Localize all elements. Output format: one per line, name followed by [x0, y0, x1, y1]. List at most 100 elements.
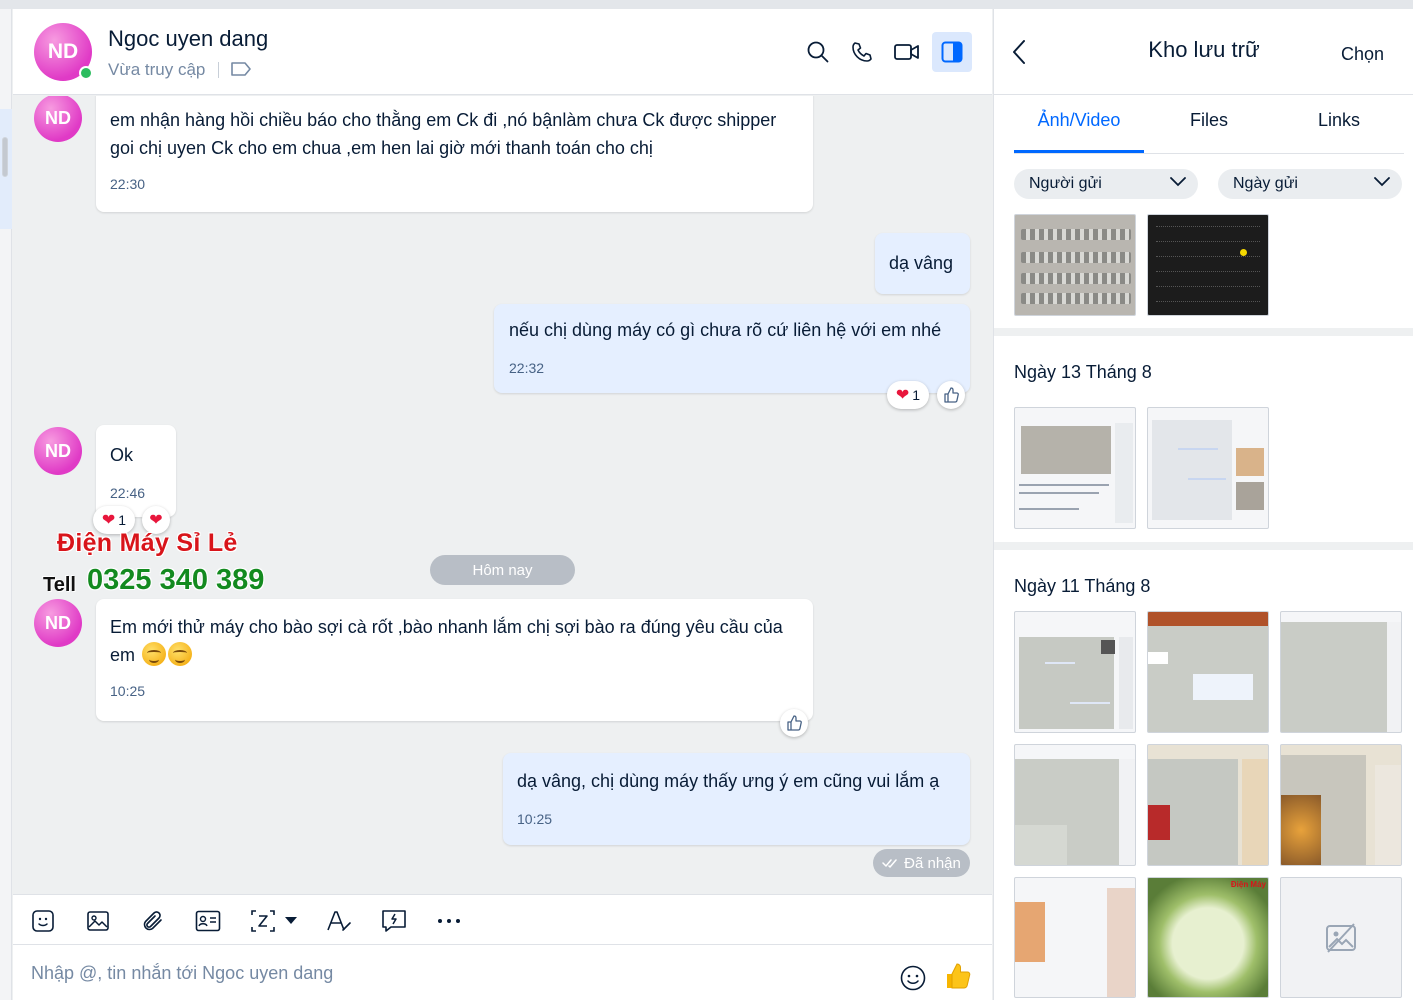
status-divider — [218, 62, 219, 78]
message-avatar[interactable]: ND — [34, 599, 82, 647]
message-bubble[interactable]: Ok 22:46 — [96, 425, 176, 517]
search-icon[interactable] — [801, 35, 835, 69]
message-text: em nhận hàng hồi chiều báo cho thằng em … — [110, 110, 777, 158]
watermark-title: Điện Máy Sỉ Lẻ — [57, 529, 238, 557]
chat-pane: ND Ngoc uyen dang Vừa truy cập ND em nhậ… — [13, 9, 992, 1000]
delivery-status: Đã nhận — [873, 849, 970, 877]
media-thumbnail[interactable] — [1280, 744, 1402, 866]
media-placeholder[interactable] — [1280, 877, 1402, 998]
message-text: Em mới thử máy cho bào sợi cà rốt ,bào n… — [110, 617, 783, 666]
message-avatar[interactable]: ND — [34, 96, 82, 142]
screenshot-options-chevron-icon[interactable] — [281, 907, 301, 935]
composer — [13, 945, 992, 1000]
chat-header: ND Ngoc uyen dang Vừa truy cập — [13, 9, 992, 95]
tab-photos-videos[interactable]: Ảnh/Video — [1014, 110, 1144, 131]
media-thumbnail[interactable] — [1147, 611, 1269, 733]
contact-card-icon[interactable] — [194, 907, 222, 935]
reaction-count: 1 — [118, 512, 127, 528]
delivery-status-label: Đã nhận — [904, 854, 961, 872]
heart-icon: ❤ — [149, 512, 163, 529]
media-thumbnail[interactable] — [1280, 611, 1402, 733]
storage-header: Kho lưu trữ Chọn — [994, 9, 1413, 95]
smile-emoji-icon — [142, 642, 167, 666]
reaction-count: 1 — [912, 387, 921, 403]
heart-icon: ❤ — [895, 387, 910, 404]
double-check-icon — [882, 859, 897, 868]
like-reaction-button[interactable] — [937, 381, 965, 409]
rail-scrollbar[interactable] — [2, 137, 8, 177]
tab-links[interactable]: Links — [1274, 110, 1404, 131]
date-filter[interactable]: Ngày gửi — [1218, 169, 1402, 199]
media-thumbnail[interactable] — [1147, 214, 1269, 316]
date-filter-label: Ngày gửi — [1233, 175, 1298, 192]
toggle-panel-icon[interactable] — [932, 32, 972, 72]
window-top-strip — [0, 0, 1413, 9]
like-reaction-button[interactable] — [780, 709, 808, 737]
thumbnail-shop-label: Điện Máy — [1230, 880, 1266, 889]
more-icon[interactable] — [435, 907, 463, 935]
message-time: 22:32 — [509, 360, 545, 376]
contact-status: Vừa truy cập — [108, 60, 206, 79]
message-bubble[interactable]: em nhận hàng hồi chiều báo cho thằng em … — [96, 96, 813, 212]
message-bubble[interactable]: dạ vâng, chị dùng máy thấy ưng ý em cũng… — [503, 753, 970, 845]
tag-icon[interactable] — [231, 62, 251, 81]
watermark-phone: 0325 340 389 — [87, 564, 265, 596]
sticker-icon[interactable] — [29, 907, 57, 935]
media-thumbnail[interactable] — [1147, 407, 1269, 529]
contact-name[interactable]: Ngoc uyen dang — [108, 26, 268, 52]
sender-filter-label: Người gửi — [1029, 175, 1102, 192]
message-input[interactable] — [31, 959, 881, 987]
media-thumbnail[interactable] — [1014, 611, 1136, 733]
text-format-icon[interactable] — [325, 907, 353, 935]
message-text: dạ vâng — [889, 253, 954, 273]
message-bubble[interactable]: nếu chị dùng máy có gì chưa rõ cứ liên h… — [494, 304, 970, 393]
section-title: Ngày 13 Tháng 8 — [1014, 362, 1152, 382]
image-icon[interactable] — [84, 907, 112, 935]
media-thumbnail[interactable] — [1014, 744, 1136, 866]
message-time: 10:25 — [110, 683, 146, 699]
quick-like-icon[interactable] — [944, 962, 972, 995]
storage-panel: Kho lưu trữ Chọn Ảnh/Video Files Links N… — [993, 9, 1413, 1000]
quick-message-icon[interactable] — [380, 907, 408, 935]
message-bubble[interactable]: Em mới thử máy cho bào sợi cà rốt ,bào n… — [96, 599, 813, 721]
watermark-tell: Tell — [43, 574, 76, 596]
storage-tabs: Ảnh/Video Files Links — [1014, 96, 1404, 154]
media-thumbnail[interactable] — [1014, 877, 1136, 998]
image-unavailable-icon — [1326, 922, 1356, 953]
composer-toolbar — [13, 894, 992, 945]
smile-emoji-icon — [168, 642, 193, 666]
message-time: 22:30 — [110, 176, 146, 192]
message-time: 10:25 — [517, 811, 553, 827]
media-thumbnail[interactable] — [1147, 744, 1269, 866]
message-avatar[interactable]: ND — [34, 427, 82, 475]
section-divider — [994, 542, 1413, 550]
message-text: Ok — [110, 445, 134, 465]
thumbs-up-icon — [787, 715, 802, 731]
thumbs-up-icon — [944, 387, 959, 403]
message-text: nếu chị dùng máy có gì chưa rõ cứ liên h… — [509, 320, 942, 340]
message-time: 22:46 — [110, 485, 146, 501]
media-thumbnail[interactable]: Điện Máy — [1147, 877, 1269, 998]
conversation-list-rail[interactable] — [0, 9, 12, 1000]
message-list[interactable]: ND em nhận hàng hồi chiều báo cho thằng … — [13, 96, 992, 894]
day-separator: Hôm nay — [430, 555, 575, 585]
media-thumbnail[interactable] — [1014, 214, 1136, 316]
online-indicator — [79, 66, 93, 80]
section-divider — [994, 328, 1413, 336]
heart-reaction[interactable]: ❤ 1 — [887, 381, 929, 409]
section-title: Ngày 11 Tháng 8 — [1014, 576, 1151, 596]
sender-filter[interactable]: Người gửi — [1014, 169, 1198, 199]
media-thumbnail[interactable] — [1014, 407, 1136, 529]
message-text: dạ vâng, chị dùng máy thấy ưng ý em cũng… — [517, 771, 940, 791]
screenshot-icon[interactable] — [249, 907, 277, 935]
message-bubble[interactable]: dạ vâng — [875, 233, 970, 294]
phone-icon[interactable] — [845, 35, 879, 69]
emoji-icon[interactable] — [900, 965, 926, 996]
tab-files[interactable]: Files — [1144, 110, 1274, 131]
video-call-icon[interactable] — [890, 35, 924, 69]
attachment-icon[interactable] — [139, 907, 167, 935]
heart-icon: ❤ — [101, 512, 116, 529]
active-tab-indicator — [1014, 150, 1144, 153]
chevron-down-icon — [1374, 177, 1390, 187]
choose-button[interactable]: Chọn — [1341, 44, 1384, 65]
